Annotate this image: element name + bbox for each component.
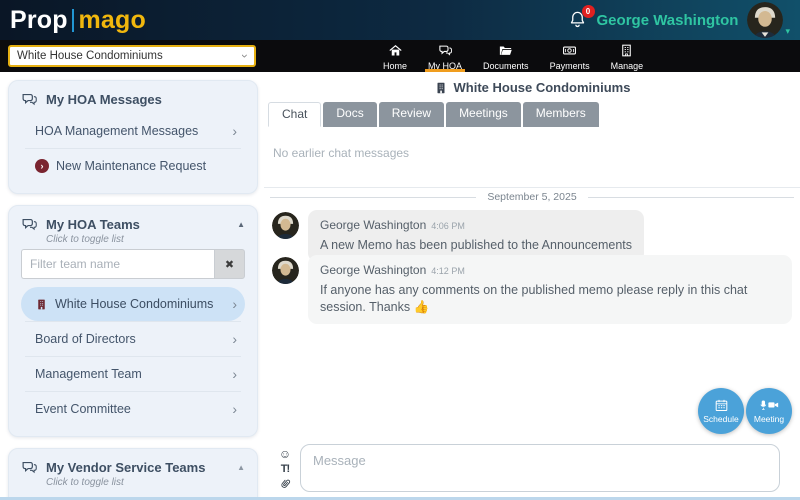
panel-title: My Vendor Service Teams — [46, 460, 205, 475]
team-item-white-house-condominiums[interactable]: White House Condominiums › — [21, 287, 245, 321]
tab-bar: Chat Docs Review Meetings Members — [268, 102, 599, 127]
chevron-right-icon: › — [232, 366, 237, 382]
message-avatar — [272, 257, 299, 284]
tab-chat[interactable]: Chat — [268, 102, 321, 127]
user-menu-caret-icon: ▾ — [785, 26, 790, 37]
notification-bell-icon[interactable]: 0 — [568, 10, 588, 30]
tab-docs[interactable]: Docs — [323, 102, 376, 127]
sidebar: My HOA Messages HOA Management Messages … — [0, 72, 264, 497]
messages-top-divider — [264, 187, 800, 188]
property-selector-value: White House Condominiums — [17, 50, 163, 62]
team-filter: ✖ — [21, 249, 245, 279]
text-format-icon[interactable]: T! — [281, 463, 289, 475]
message-text: A new Memo has been published to the Ann… — [320, 237, 632, 254]
collapse-caret-icon[interactable]: ▲ — [237, 463, 245, 472]
hoa-title: White House Condominiums — [264, 80, 800, 95]
nav-item-home[interactable]: Home — [380, 40, 410, 72]
message-avatar — [272, 212, 299, 239]
message-author: George Washington — [320, 263, 426, 277]
chat-action-buttons: Schedule Meeting — [698, 388, 792, 434]
user-menu[interactable]: 0 George Washington ▾ — [568, 2, 790, 38]
emoji-icon[interactable]: ☺ — [279, 448, 291, 461]
hoa-teams-header[interactable]: My HOA Teams ▲ — [21, 216, 245, 233]
sidebar-item-hoa-management-messages[interactable]: HOA Management Messages › — [21, 114, 245, 148]
attachment-paperclip-icon[interactable] — [279, 477, 292, 493]
panel-title: My HOA Messages — [46, 92, 162, 107]
nav-item-documents[interactable]: Documents — [480, 40, 532, 72]
main-content: White House Condominiums Chat Docs Revie… — [264, 72, 800, 497]
chat-bubbles-icon — [438, 43, 453, 60]
message-time: 4:06 PM — [431, 221, 465, 231]
panel-subtitle: Click to toggle list — [46, 234, 245, 245]
message-bubble: George Washington 4:12 PM If anyone has a… — [308, 255, 792, 324]
schedule-button[interactable]: Schedule — [698, 388, 744, 434]
nav-item-manage[interactable]: Manage — [608, 40, 647, 72]
home-icon — [388, 43, 403, 60]
chevron-right-icon: › — [232, 296, 237, 312]
clear-filter-button[interactable]: ✖ — [214, 249, 245, 279]
chat-bubbles-icon — [21, 216, 38, 233]
date-divider: September 5, 2025 — [270, 191, 794, 203]
logo-text-mago: mago — [78, 6, 145, 35]
vendor-teams-header[interactable]: My Vendor Service Teams ▲ — [21, 459, 245, 476]
sidebar-item-new-maintenance-request[interactable]: › New Maintenance Request — [21, 149, 245, 183]
logo-divider: | — [70, 5, 77, 34]
message-text: If anyone has any comments on the publis… — [320, 282, 780, 316]
user-avatar[interactable] — [747, 2, 783, 38]
calendar-icon — [712, 398, 731, 413]
circle-arrow-icon: › — [35, 159, 49, 173]
panel-title: My HOA Teams — [46, 217, 140, 232]
team-item-event-committee[interactable]: Event Committee › — [21, 392, 245, 426]
team-item-board-of-directors[interactable]: Board of Directors › — [21, 322, 245, 356]
top-header: Prop | mago 0 George Washington ▾ — [0, 0, 800, 40]
chat-bubbles-icon — [21, 459, 38, 476]
message-time: 4:12 PM — [431, 266, 465, 276]
user-name[interactable]: George Washington — [597, 12, 739, 29]
building-icon — [35, 298, 48, 311]
selector-chevron-icon: › — [239, 54, 251, 58]
tab-members[interactable]: Members — [523, 102, 599, 127]
no-earlier-messages-text: No earlier chat messages — [273, 146, 409, 160]
notification-badge: 0 — [582, 5, 595, 18]
nav-item-my-hoa[interactable]: My HOA — [425, 40, 465, 72]
team-item-management-team[interactable]: Management Team › — [21, 357, 245, 391]
vendor-teams-panel: My Vendor Service Teams ▲ Click to toggl… — [8, 448, 258, 497]
building-icon — [434, 81, 448, 95]
team-filter-input[interactable] — [21, 249, 214, 279]
chevron-right-icon: › — [232, 331, 237, 347]
composer-tools: ☺ T! — [277, 444, 293, 493]
money-icon — [562, 43, 577, 60]
property-selector[interactable]: White House Condominiums › — [8, 45, 256, 67]
mic-camera-icon — [760, 398, 779, 413]
building-icon — [619, 43, 634, 60]
collapse-caret-icon[interactable]: ▲ — [237, 220, 245, 229]
nav-bar: White House Condominiums › Home My HOA D… — [0, 40, 800, 72]
propmago-app: Prop | mago 0 George Washington ▾ White … — [0, 0, 800, 500]
message-input[interactable] — [300, 444, 780, 492]
panel-subtitle: Click to toggle list — [46, 477, 245, 488]
chat-bubbles-icon — [21, 91, 38, 108]
chevron-right-icon: › — [232, 123, 237, 139]
meeting-button[interactable]: Meeting — [746, 388, 792, 434]
hoa-teams-panel: My HOA Teams ▲ Click to toggle list ✖ Wh… — [8, 205, 258, 437]
hoa-messages-panel: My HOA Messages HOA Management Messages … — [8, 80, 258, 194]
date-divider-text: September 5, 2025 — [487, 191, 576, 203]
logo-text-prop: Prop — [10, 6, 68, 35]
app-logo: Prop | mago — [10, 6, 146, 35]
message-author: George Washington — [320, 218, 426, 232]
folder-icon — [498, 43, 513, 60]
tab-meetings[interactable]: Meetings — [446, 102, 521, 127]
nav-item-payments[interactable]: Payments — [547, 40, 593, 72]
message-composer: ☺ T! — [277, 444, 780, 493]
chat-message: George Washington 4:12 PM If anyone has a… — [272, 255, 792, 324]
x-icon: ✖ — [225, 258, 234, 271]
hoa-title-text: White House Condominiums — [454, 80, 631, 95]
chevron-right-icon: › — [232, 401, 237, 417]
nav-menu: Home My HOA Documents Payments Manage — [380, 40, 646, 72]
hoa-messages-header: My HOA Messages — [21, 91, 245, 108]
tab-review[interactable]: Review — [379, 102, 444, 127]
